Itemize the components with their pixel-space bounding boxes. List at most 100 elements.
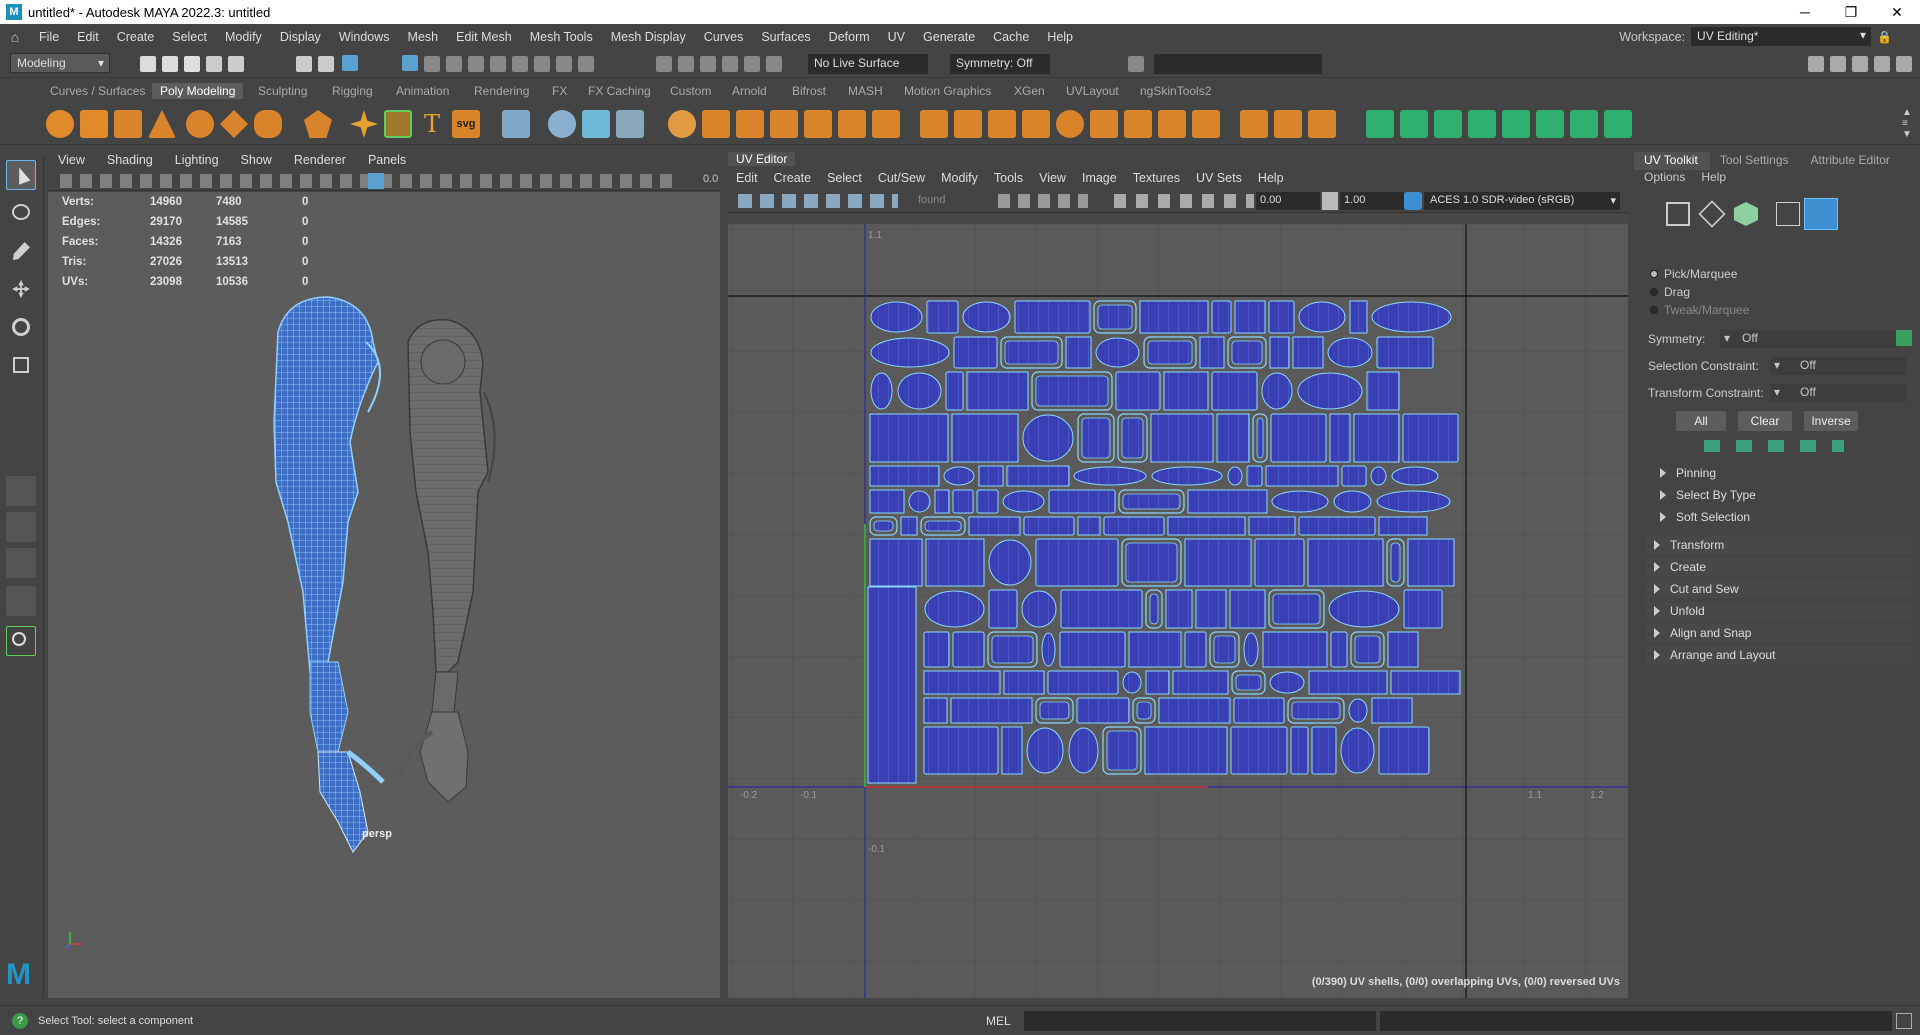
fill-hole-icon[interactable] bbox=[838, 110, 866, 138]
uv-shell[interactable] bbox=[1121, 417, 1144, 459]
uv-shell[interactable] bbox=[966, 371, 1029, 411]
uv-shell[interactable] bbox=[950, 697, 1033, 724]
poly-cube-icon[interactable] bbox=[80, 110, 108, 138]
uv-shell[interactable] bbox=[1328, 590, 1400, 628]
uv-shell[interactable] bbox=[1149, 593, 1159, 625]
uv-shell[interactable] bbox=[1151, 466, 1223, 486]
snap-grid-icon[interactable] bbox=[656, 56, 672, 72]
uv-shell[interactable] bbox=[1227, 466, 1243, 486]
svg-tool-icon[interactable]: svg bbox=[452, 110, 480, 138]
shelf-scroll-icon[interactable]: ▲ ≡ ▼ bbox=[1902, 107, 1912, 140]
uv-select-icon[interactable] bbox=[1776, 202, 1800, 226]
uv-shell[interactable] bbox=[952, 631, 985, 668]
maximize-button[interactable]: ❐ bbox=[1828, 0, 1874, 24]
symmetry-dropdown[interactable]: Symmetry: Off bbox=[950, 54, 1050, 74]
uv-shell[interactable] bbox=[1004, 340, 1059, 365]
hypershade-icon[interactable] bbox=[1874, 56, 1890, 72]
uv-cut-icon[interactable] bbox=[1604, 110, 1632, 138]
viewport-menu-show[interactable]: Show bbox=[231, 152, 284, 170]
uv-shell[interactable] bbox=[1376, 490, 1451, 513]
uv-shell[interactable] bbox=[869, 465, 940, 487]
uv-menu-tools[interactable]: Tools bbox=[986, 170, 1031, 188]
uv-shell[interactable] bbox=[1378, 726, 1430, 775]
shaded-arm[interactable] bbox=[395, 318, 496, 803]
uv-shell[interactable] bbox=[1060, 589, 1143, 629]
uv-shell[interactable] bbox=[1311, 726, 1337, 775]
uv-shell[interactable] bbox=[1349, 300, 1368, 334]
uv-shell[interactable] bbox=[1106, 730, 1138, 771]
uv-shell[interactable] bbox=[1136, 701, 1152, 720]
uv-shell[interactable] bbox=[962, 301, 1011, 333]
menu-file[interactable]: File bbox=[30, 30, 68, 44]
viewport-menu-renderer[interactable]: Renderer bbox=[284, 152, 358, 170]
menu-mesh[interactable]: Mesh bbox=[399, 30, 448, 44]
gamma-field[interactable]: 1.00 bbox=[1340, 192, 1404, 210]
shelf-tab-motion-graphics[interactable]: Motion Graphics bbox=[904, 84, 991, 98]
live-surface-field[interactable]: No Live Surface bbox=[808, 54, 928, 74]
uv-shell[interactable] bbox=[1378, 516, 1428, 536]
poly-cylinder-icon[interactable] bbox=[114, 110, 142, 138]
uv-shell[interactable] bbox=[1158, 697, 1231, 724]
section-pinning[interactable]: Pinning bbox=[1652, 464, 1918, 482]
undo-icon[interactable] bbox=[206, 56, 222, 72]
uv-shell[interactable] bbox=[1002, 490, 1045, 513]
knife-icon[interactable] bbox=[1056, 110, 1084, 138]
uv-shell[interactable] bbox=[1233, 697, 1285, 724]
point-mode-icon[interactable] bbox=[424, 56, 440, 72]
uv-planar-icon[interactable] bbox=[1366, 110, 1394, 138]
uv-display-icons[interactable] bbox=[998, 194, 1088, 208]
uv-shell[interactable] bbox=[1298, 301, 1346, 333]
vertex-select-icon[interactable] bbox=[1666, 202, 1690, 226]
uv-shell[interactable] bbox=[869, 538, 923, 587]
uv-shell[interactable] bbox=[1077, 516, 1101, 536]
uv-shell[interactable] bbox=[908, 490, 931, 513]
edge-mode-icon[interactable] bbox=[446, 56, 462, 72]
rotate-tool-icon[interactable] bbox=[6, 312, 36, 342]
uv-shell[interactable] bbox=[924, 520, 962, 532]
uv-shell[interactable] bbox=[1348, 698, 1368, 723]
type-tool-icon[interactable]: T bbox=[418, 110, 446, 138]
shelf-tab-rigging[interactable]: Rigging bbox=[332, 84, 373, 98]
uv-shell[interactable] bbox=[943, 466, 975, 486]
uv-shell[interactable] bbox=[1254, 538, 1305, 587]
mel-command-input[interactable] bbox=[1024, 1011, 1376, 1031]
menu-curves[interactable]: Curves bbox=[695, 30, 753, 44]
uv-shell[interactable] bbox=[1021, 590, 1057, 628]
shelf-tab-sculpting[interactable]: Sculpting bbox=[258, 84, 307, 98]
transform-constraint-dropdown[interactable]: ▾ Off bbox=[1770, 384, 1906, 402]
uv-menu-select[interactable]: Select bbox=[819, 170, 870, 188]
home-icon[interactable]: ⌂ bbox=[0, 29, 30, 45]
uv-shell[interactable] bbox=[1065, 336, 1092, 369]
uv-shell[interactable] bbox=[1165, 589, 1193, 629]
uv-shell[interactable] bbox=[1230, 726, 1288, 775]
script-editor-icon[interactable] bbox=[1896, 1013, 1912, 1029]
view-transform-icon[interactable] bbox=[1404, 192, 1422, 210]
uv-shell[interactable] bbox=[869, 413, 949, 463]
uv-shell[interactable] bbox=[1272, 593, 1321, 625]
uv-shell[interactable] bbox=[1341, 465, 1367, 487]
boolean-icon[interactable] bbox=[668, 110, 696, 138]
smooth-icon[interactable] bbox=[616, 110, 644, 138]
uv-shell[interactable] bbox=[1269, 671, 1305, 694]
uv-shell[interactable] bbox=[1184, 538, 1252, 587]
uv-shell[interactable] bbox=[1235, 674, 1262, 691]
sweep-mesh-icon[interactable] bbox=[384, 110, 412, 138]
menu-help[interactable]: Help bbox=[1038, 30, 1082, 44]
uv-shell[interactable] bbox=[988, 589, 1018, 629]
uv-menu-modify[interactable]: Modify bbox=[933, 170, 986, 188]
shelf-tab-arnold[interactable]: Arnold bbox=[732, 84, 767, 98]
shelf-tab-custom[interactable]: Custom bbox=[670, 84, 711, 98]
uv-shell[interactable] bbox=[923, 726, 999, 775]
shelf-tab-poly-modeling[interactable]: Poly Modeling bbox=[152, 83, 244, 99]
menu-modify[interactable]: Modify bbox=[216, 30, 271, 44]
uv-shell[interactable] bbox=[1387, 631, 1419, 668]
save-scene-icon[interactable] bbox=[184, 56, 200, 72]
select-tool-icon[interactable] bbox=[6, 160, 36, 190]
radio-drag[interactable] bbox=[1650, 288, 1658, 296]
menu-uv[interactable]: UV bbox=[879, 30, 914, 44]
shelf-tab-mash[interactable]: MASH bbox=[848, 84, 883, 98]
shelf-tab-fx-caching[interactable]: FX Caching bbox=[588, 84, 651, 98]
uv-shell[interactable] bbox=[1081, 417, 1111, 459]
uv-shell[interactable] bbox=[1187, 489, 1268, 514]
uv-shell[interactable] bbox=[1184, 631, 1207, 668]
